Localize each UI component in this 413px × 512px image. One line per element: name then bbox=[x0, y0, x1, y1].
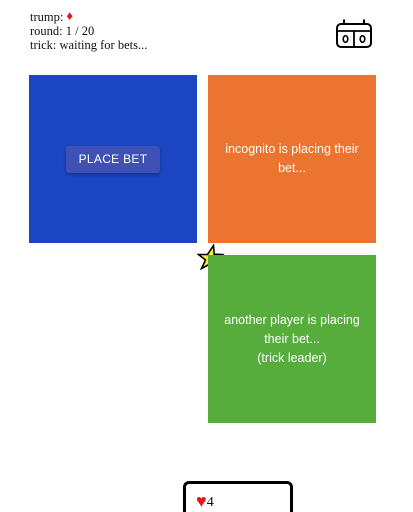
player-status-line: another player is placing their bet... bbox=[224, 312, 360, 346]
heart-suit-icon: ♥ bbox=[196, 491, 207, 511]
player-panel-another-player: another player is placing their bet... (… bbox=[208, 255, 376, 423]
player-panel-self: PLACE BET bbox=[29, 75, 197, 243]
round-label: round: bbox=[30, 24, 63, 38]
hand-card[interactable]: ♥4 bbox=[183, 481, 293, 512]
card-rank: 4 bbox=[206, 495, 214, 510]
round-value: 1 / 20 bbox=[65, 24, 95, 38]
game-status: trump: ♦ round: 1 / 20 trick: waiting for… bbox=[30, 8, 147, 53]
trick-line: trick: waiting for bets... bbox=[30, 38, 147, 52]
scoreboard-icon bbox=[336, 19, 372, 48]
player-status-text: another player is placing their bet... (… bbox=[208, 311, 376, 368]
player-panel-incognito: incognito is placing their bet... bbox=[208, 75, 376, 243]
scoreboard-button[interactable] bbox=[335, 18, 373, 50]
trump-line: trump: ♦ bbox=[30, 8, 147, 25]
trick-label: trick: bbox=[30, 38, 57, 52]
round-line: round: 1 / 20 bbox=[30, 24, 147, 38]
player-status-text: incognito is placing their bet... bbox=[225, 142, 359, 175]
trump-suit-diamond-icon: ♦ bbox=[66, 8, 73, 23]
trick-leader-label: (trick leader) bbox=[257, 350, 327, 365]
place-bet-button[interactable]: PLACE BET bbox=[65, 145, 161, 173]
trump-label: trump: bbox=[30, 10, 64, 24]
card-label: ♥4 bbox=[196, 491, 214, 511]
trick-value: waiting for bets... bbox=[59, 38, 148, 52]
